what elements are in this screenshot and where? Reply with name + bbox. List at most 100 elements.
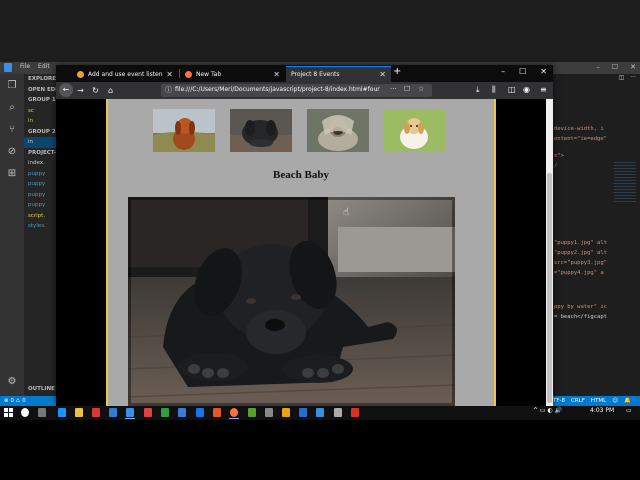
code-line: "puppy2.jpg" alt	[554, 250, 607, 256]
extensions-icon[interactable]: ⊞	[6, 168, 18, 180]
page-actions-icon[interactable]: ···	[390, 85, 397, 93]
file-explorer-icon[interactable]	[75, 408, 83, 417]
app-icon[interactable]	[213, 408, 221, 417]
cortana-icon[interactable]	[21, 408, 29, 417]
search-icon[interactable]: ⌕	[6, 102, 18, 114]
more-actions-icon[interactable]: ···	[630, 74, 636, 86]
code-line: = beach</figcapt	[554, 314, 607, 320]
forward-arrow-icon[interactable]: →	[75, 85, 86, 96]
vscode-taskbar-icon[interactable]	[126, 408, 134, 417]
language-mode-status[interactable]: HTML	[591, 396, 606, 406]
url-text[interactable]: file:///C:/Users/Meri/Documents/javascri…	[175, 86, 380, 93]
open-editor-item[interactable]: in	[24, 116, 57, 127]
firefox-taskbar-icon[interactable]	[230, 408, 238, 417]
file-item-puppy[interactable]: puppy	[24, 200, 57, 211]
downloads-icon[interactable]: ⤓	[476, 85, 480, 95]
new-tab-button[interactable]: +	[393, 66, 401, 77]
project-folder[interactable]: PROJECT-	[24, 148, 57, 159]
app-icon[interactable]	[265, 408, 273, 417]
tab-project-8-events[interactable]: Project 8 Events ✕	[286, 66, 391, 82]
home-icon[interactable]: ⌂	[105, 85, 116, 96]
notifications-icon[interactable]: 🔔	[624, 396, 631, 406]
app-icon[interactable]	[92, 408, 100, 417]
figure-caption: Beach Baby	[273, 169, 329, 181]
close-tab-icon[interactable]: ✕	[379, 70, 386, 79]
puppy-thumbnail-3[interactable]	[307, 109, 369, 152]
tab-new-tab[interactable]: New Tab ✕	[180, 66, 285, 82]
vscode-minimize-icon[interactable]: –	[596, 63, 600, 71]
app-icon[interactable]	[196, 408, 204, 417]
taskbar-clock[interactable]: 4:03 PM	[590, 407, 614, 414]
app-icon[interactable]	[144, 408, 152, 417]
vscode-menu-edit[interactable]: Edit	[38, 63, 50, 70]
action-center-icon[interactable]: ▭	[626, 407, 632, 414]
vscode-close-icon[interactable]: ✕	[630, 63, 636, 71]
open-editor-item[interactable]: in	[24, 137, 57, 148]
site-info-icon[interactable]: ⓘ	[165, 85, 172, 95]
app-icon[interactable]	[178, 408, 186, 417]
file-item-index[interactable]: index.	[24, 158, 57, 169]
puppy-thumbnail-4[interactable]	[384, 109, 446, 152]
problems-indicator[interactable]: ⊗ 0 ⚠ 0	[4, 396, 26, 406]
gear-icon[interactable]: ⚙	[6, 376, 18, 388]
maximize-icon[interactable]: ☐	[519, 67, 526, 76]
reload-icon[interactable]: ↻	[90, 85, 101, 96]
app-icon[interactable]	[109, 408, 117, 417]
letterbox-bar	[0, 420, 640, 480]
app-icon[interactable]	[316, 408, 324, 417]
split-editor-icon[interactable]: ◫	[619, 74, 625, 86]
debug-icon[interactable]: ⊘	[6, 146, 18, 158]
close-tab-icon[interactable]: ✕	[273, 70, 280, 79]
bookmark-star-icon[interactable]: ☆	[418, 85, 424, 93]
puppy-thumbnail-1[interactable]	[153, 109, 215, 152]
app-icon[interactable]	[334, 408, 342, 417]
file-item-puppy[interactable]: puppy	[24, 190, 57, 201]
group-2-header[interactable]: GROUP 2	[24, 127, 57, 138]
pocket-icon[interactable]: ☐	[404, 85, 410, 93]
tab-add-event-listeners[interactable]: Add and use event listeners ✕	[72, 66, 178, 82]
file-item-script[interactable]: script.	[24, 211, 57, 222]
close-window-icon[interactable]: ✕	[540, 67, 547, 76]
puppy-thumbnail-2[interactable]	[230, 109, 292, 152]
app-icon[interactable]	[299, 408, 307, 417]
app-icon[interactable]	[351, 408, 359, 417]
firefox-window: Add and use event listeners ✕ New Tab ✕ …	[56, 65, 553, 406]
vscode-menu-file[interactable]: File	[20, 63, 30, 70]
vscode-explorer-panel: EXPLORER OPEN EDI GROUP 1 sc in GROUP 2 …	[24, 74, 57, 396]
vscode-minimap[interactable]	[614, 162, 636, 202]
back-arrow-icon[interactable]: ←	[59, 83, 73, 97]
outline-header[interactable]: OUTLINE	[24, 384, 55, 395]
vscode-editor-visible-area[interactable]: device-width, i ontent="ie=edge" s"> / "…	[553, 74, 640, 396]
hamburger-menu-icon[interactable]: ≡	[540, 85, 547, 94]
task-view-icon[interactable]	[38, 408, 46, 417]
code-line: ppy by water" ic	[554, 304, 607, 310]
app-icon[interactable]	[282, 408, 290, 417]
library-icon[interactable]: ⫼	[492, 85, 496, 95]
app-icon[interactable]	[248, 408, 256, 417]
file-item-puppy[interactable]: puppy	[24, 179, 57, 190]
minimize-icon[interactable]: –	[501, 67, 505, 76]
open-editor-item[interactable]: sc	[24, 106, 57, 117]
url-bar[interactable]: ⓘ file:///C:/Users/Meri/Documents/javasc…	[161, 84, 432, 97]
page-scrollbar-thumb[interactable]	[547, 173, 552, 403]
source-control-icon[interactable]: ⑂	[6, 124, 18, 136]
file-item-styles[interactable]: styles.	[24, 221, 57, 232]
file-item-puppy[interactable]: puppy	[24, 169, 57, 180]
account-icon[interactable]: ◉	[523, 85, 530, 94]
app-icon[interactable]	[161, 408, 169, 417]
close-tab-icon[interactable]: ✕	[166, 70, 173, 79]
feedback-icon[interactable]: ☺	[612, 396, 618, 406]
system-tray-icons[interactable]: ^ ▭ ◐ 🔊	[533, 407, 562, 414]
code-line: /	[554, 163, 558, 169]
vscode-logo-icon	[4, 63, 12, 72]
page-scrollbar[interactable]	[546, 99, 553, 406]
sidebar-icon[interactable]: ◫	[508, 85, 516, 94]
edge-icon[interactable]	[58, 408, 66, 417]
windows-start-icon[interactable]	[4, 408, 13, 417]
vscode-maximize-icon[interactable]: ☐	[612, 63, 618, 71]
explorer-icon[interactable]: ❐	[6, 80, 18, 92]
line-ending-status[interactable]: CRLF	[571, 396, 585, 406]
open-editors-header[interactable]: OPEN EDI	[24, 85, 57, 96]
group-1-header[interactable]: GROUP 1	[24, 95, 57, 106]
encoding-status[interactable]: TF-8	[553, 396, 565, 406]
